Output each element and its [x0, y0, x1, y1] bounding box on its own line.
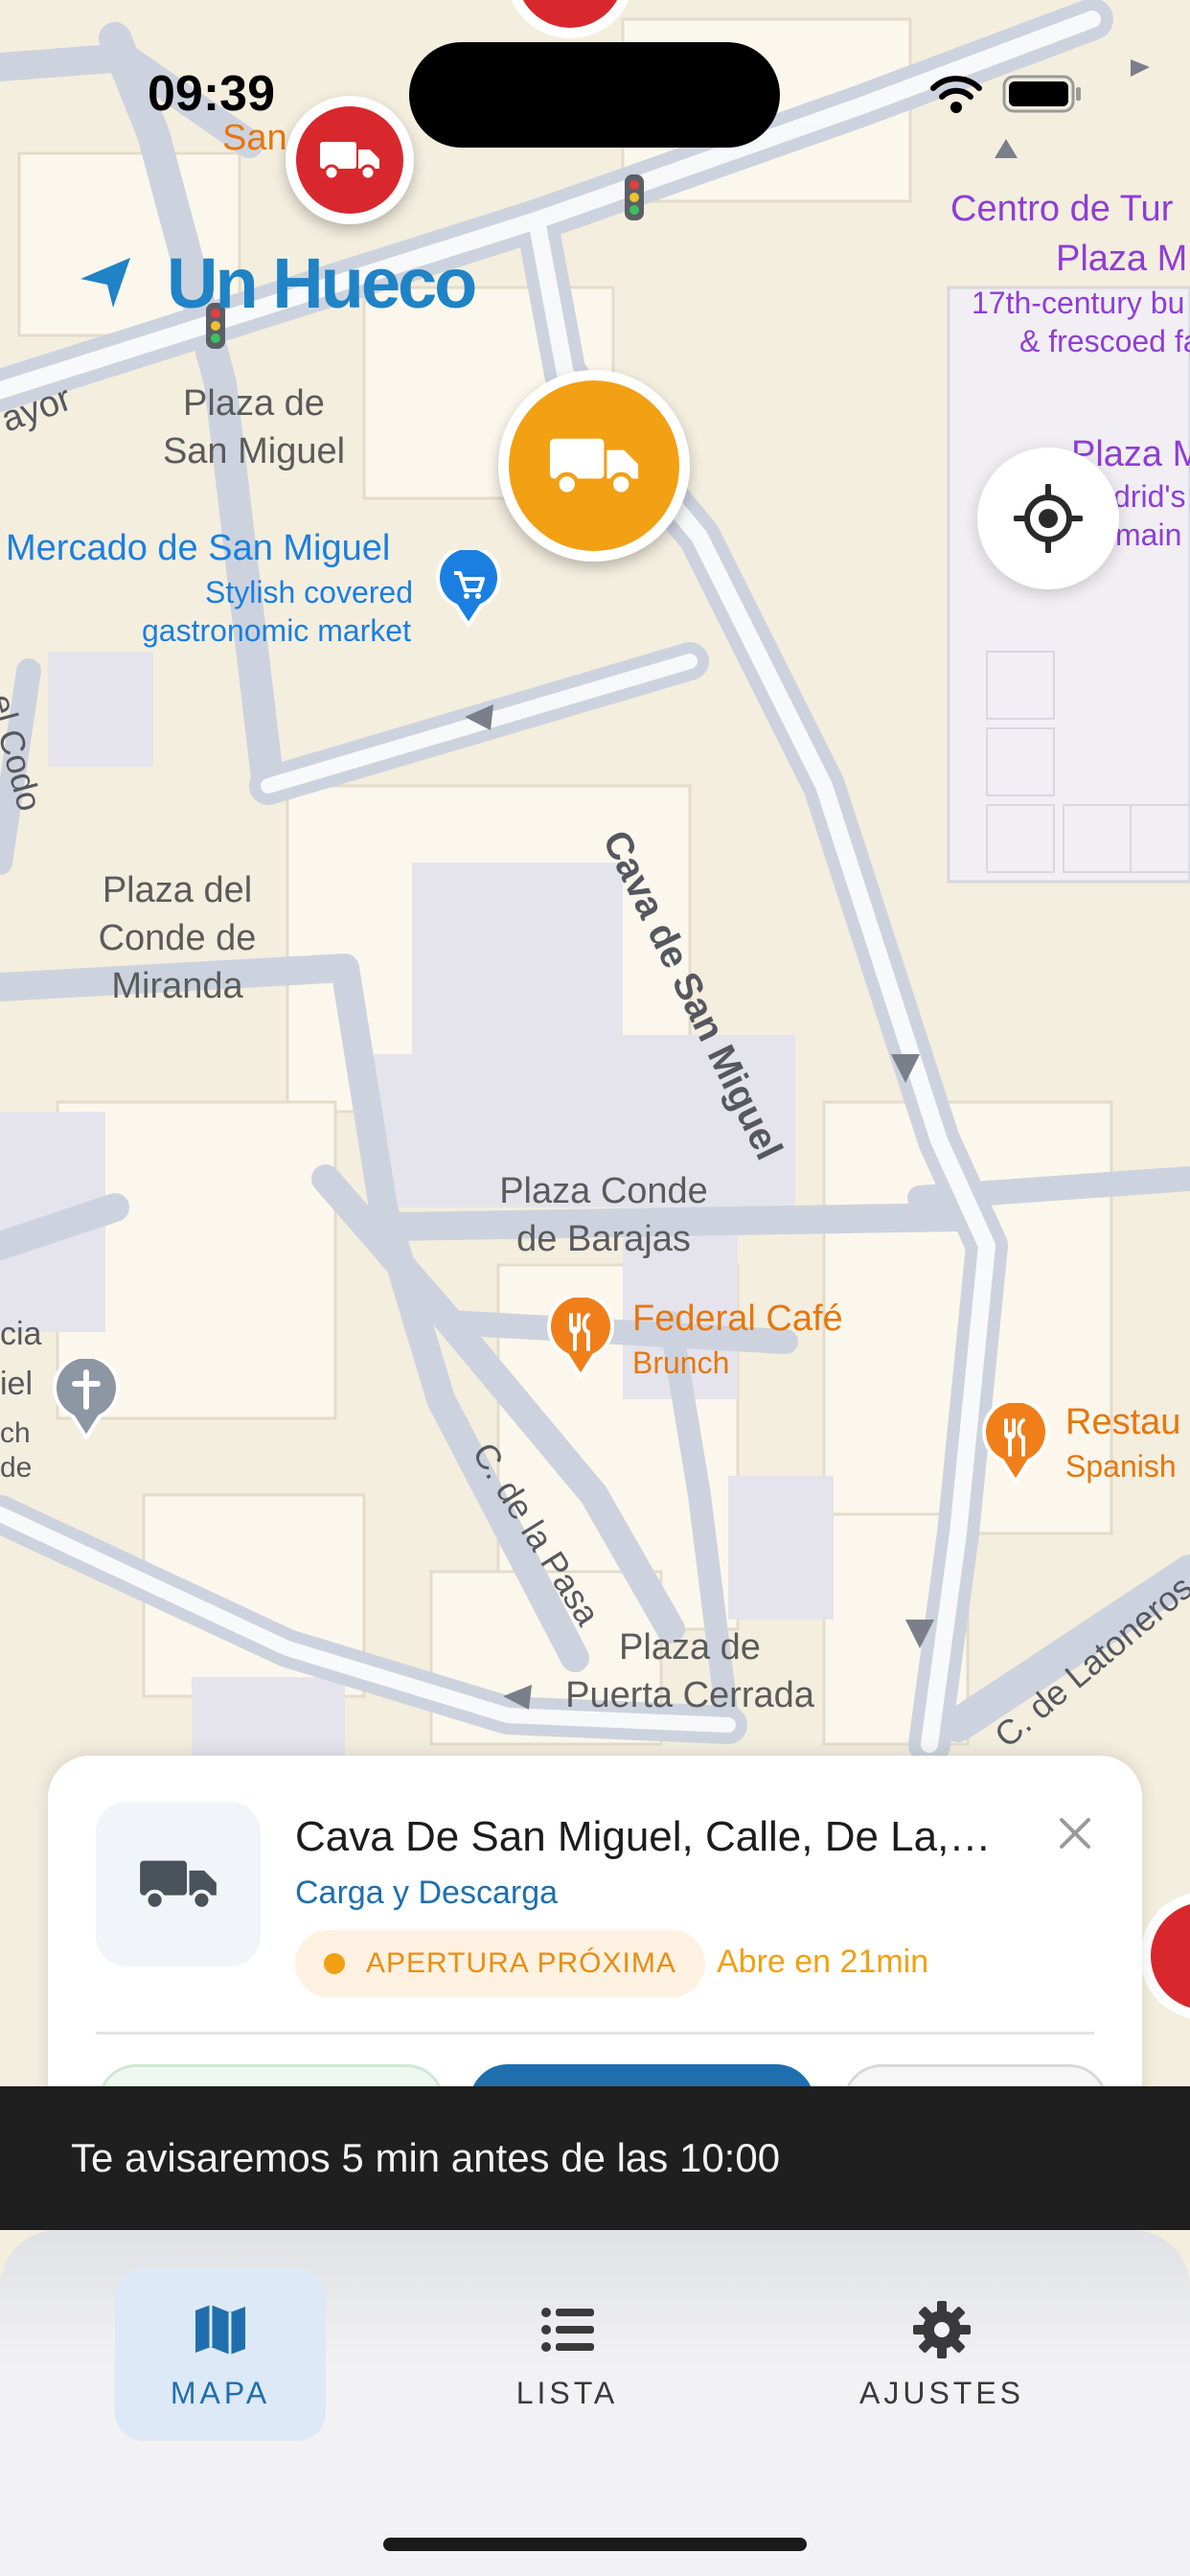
tab-mapa[interactable]: MAPA [115, 2268, 326, 2441]
map-label-plaza-san-miguel: Plaza de San Miguel [134, 380, 374, 475]
truck-icon [549, 438, 639, 496]
poi-mercado-title[interactable]: Mercado de San Miguel [6, 527, 390, 569]
poi-federal-title[interactable]: Federal Café [632, 1298, 843, 1340]
map-label-plaza-puerta-cerrada: Plaza de Puerta Cerrada [537, 1623, 843, 1719]
poi-restau-title[interactable]: Restau [1065, 1401, 1180, 1443]
brand-logo: Un Hueco [77, 242, 477, 323]
status-badge: APERTURA PRÓXIMA [295, 1930, 705, 1997]
poi-church-partial-3: ch [0, 1417, 31, 1449]
tab-bar: MAPA LISTA AJUSTES [0, 2230, 1190, 2576]
map-label-plaza-conde-miranda: Plaza del Conde de Miranda [57, 866, 297, 1010]
status-bar: 09:39 [0, 0, 1190, 153]
marker-truck-selected[interactable] [498, 370, 690, 562]
status-badge-label: APERTURA PRÓXIMA [366, 1947, 676, 1979]
home-indicator [383, 2538, 807, 2551]
poi-mercado-sub1: Stylish covered [205, 575, 413, 610]
status-dot [324, 1953, 345, 1974]
spot-title: Cava De San Miguel, Calle, De La,… [295, 1813, 992, 1860]
spot-type-icon-box [96, 1802, 261, 1966]
wifi-icon [930, 76, 982, 113]
label-line: Plaza de [183, 383, 325, 424]
gear-icon [913, 2300, 971, 2358]
restaurant-icon [982, 1398, 1049, 1485]
poi-church-partial-2: iel [0, 1366, 34, 1402]
label-line: San Miguel [162, 431, 346, 472]
label-line: Miranda [111, 966, 243, 1006]
poi-centro-sub3: & frescoed fa [1019, 324, 1190, 358]
cart-icon [436, 544, 501, 629]
navigation-arrow-icon [80, 258, 130, 308]
poi-mercado-pin[interactable] [435, 544, 502, 629]
list-icon [541, 2307, 594, 2352]
poi-plaza-mayor-sub2: main [1115, 518, 1182, 552]
label-line: Plaza del [102, 870, 253, 910]
poi-restau-pin[interactable] [981, 1398, 1050, 1488]
locate-me-button[interactable] [977, 448, 1119, 589]
tab-lista[interactable]: LISTA [462, 2268, 673, 2441]
marker-truck-red-right[interactable] [1140, 1892, 1190, 2020]
close-card-button[interactable] [1049, 1807, 1101, 1859]
truck-icon [140, 1860, 217, 1911]
tab-label-ajustes: AJUSTES [858, 2375, 1025, 2410]
brand-name: Un Hueco [167, 242, 477, 323]
tab-ajustes[interactable]: AJUSTES [836, 2268, 1047, 2441]
label-line: de Barajas [516, 1219, 691, 1259]
toast-message: Te avisaremos 5 min antes de las 10:00 [71, 2135, 781, 2180]
poi-federal-pin[interactable] [546, 1293, 615, 1383]
poi-church-partial-1: cia [0, 1316, 42, 1352]
cross-icon [53, 1354, 120, 1441]
close-icon [1060, 1818, 1090, 1849]
tab-label-mapa: MAPA [170, 2375, 271, 2410]
battery-icon [1002, 75, 1081, 113]
poi-restau-sub: Spanish [1065, 1449, 1177, 1484]
restaurant-icon [547, 1293, 614, 1380]
poi-centro-title[interactable]: Centro de Tur [950, 188, 1173, 230]
poi-centro-sub1: Plaza M [1056, 239, 1188, 279]
notification-toast: Te avisaremos 5 min antes de las 10:00 [0, 2086, 1190, 2230]
tab-label-lista: LISTA [515, 2375, 619, 2410]
poi-mercado-sub2: gastronomic market [142, 613, 411, 648]
poi-church-pin[interactable] [52, 1354, 121, 1444]
label-line: Plaza Conde [499, 1171, 708, 1211]
opens-in-text: Abre en 21min [717, 1944, 929, 1980]
card-divider [96, 2032, 1094, 2035]
poi-church-partial-4: de [0, 1452, 33, 1484]
status-time: 09:39 [148, 66, 275, 122]
poi-centro-sub2: 17th-century bu [972, 286, 1185, 320]
label-line: Conde de [98, 918, 257, 958]
dynamic-island [409, 42, 780, 148]
spot-type: Carga y Descarga [295, 1874, 559, 1911]
poi-federal-sub: Brunch [632, 1346, 730, 1380]
label-line: Plaza de [619, 1627, 761, 1668]
crosshair-icon [1014, 484, 1083, 553]
poi-plaza-mayor-sub1: drid's [1113, 479, 1186, 514]
map-label-plaza-conde-barajas: Plaza Conde de Barajas [460, 1167, 747, 1263]
map-icon [195, 2304, 245, 2355]
label-line: Puerta Cerrada [565, 1675, 814, 1715]
